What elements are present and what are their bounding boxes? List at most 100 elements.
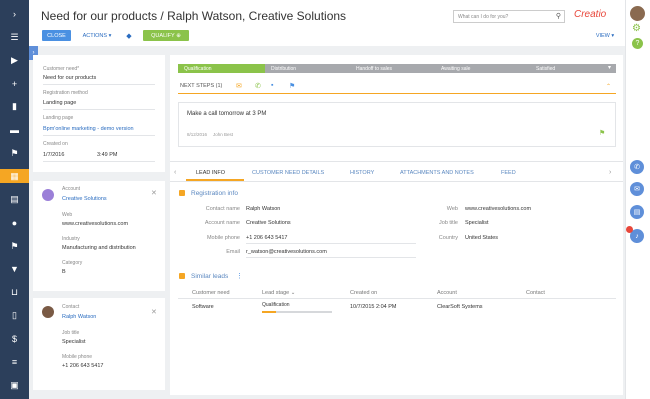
col-lead-stage-label: Lead stage [262, 290, 290, 296]
col-account[interactable]: Account [437, 290, 457, 296]
close-button[interactable]: CLOSE [42, 30, 71, 41]
user-icon[interactable]: ● [0, 216, 29, 230]
flag-icon[interactable]: ⚑ [0, 146, 29, 160]
view-button[interactable]: VIEW ▾ [591, 30, 619, 41]
contact-link[interactable]: Ralph Watson [62, 314, 96, 320]
chevron-right-icon[interactable]: › [0, 7, 29, 21]
task-card[interactable]: Make a call tomorrow at 3 PM 8/12/2016 J… [178, 102, 616, 147]
web-value[interactable]: www.creativesolutions.com [465, 206, 531, 212]
actions-button[interactable]: ACTIONS ▾ [78, 30, 116, 41]
phone-icon[interactable]: ✆ [630, 160, 644, 174]
registration-method-value[interactable]: Landing page [43, 100, 76, 106]
funnel-icon[interactable]: ▼ [0, 262, 29, 276]
web-label: Web [62, 212, 73, 218]
stage-dropdown-icon[interactable]: ▾ [608, 64, 611, 71]
calendar-icon[interactable]: ▤ [0, 193, 29, 207]
collapse-icon[interactable]: ⌃ [606, 83, 611, 90]
col-customer-need[interactable]: Customer need [192, 290, 230, 296]
flag-icon[interactable]: ⚑ [599, 129, 605, 137]
stage-progress-fill [262, 311, 276, 313]
creatio-logo: Creatio [574, 9, 607, 20]
menu-icon[interactable]: ☰ [0, 30, 29, 44]
search-box[interactable]: What can I do for you? ⚲ [453, 10, 565, 23]
play-icon[interactable]: ▶ [0, 53, 29, 67]
job-title-label: Job title [439, 220, 458, 226]
tab-customer-need-details[interactable]: CUSTOMER NEED DETAILS [252, 170, 324, 176]
phone-icon[interactable]: ✆ [255, 82, 261, 90]
row-account-link[interactable]: ClearSoft Systems [437, 304, 483, 310]
task-date: 8/12/2016 [187, 132, 208, 137]
task-title[interactable]: Make a call tomorrow at 3 PM [187, 111, 266, 117]
chat-icon[interactable]: ▤ [630, 205, 644, 219]
country-value[interactable]: United States [465, 235, 498, 241]
account-link[interactable]: Creative Solutions [62, 196, 107, 202]
job-title-label: Job title [62, 330, 80, 336]
help-icon[interactable]: ? [632, 38, 643, 49]
qualify-button[interactable]: QUALIFY ⊕ [143, 30, 189, 41]
contact-name-value[interactable]: Ralph Watson [246, 206, 280, 212]
tag-icon[interactable]: ◆ [124, 30, 134, 41]
dollar-document-icon[interactable]: $ [0, 332, 29, 346]
tab-feed[interactable]: FEED [501, 170, 516, 176]
stage-progress [262, 311, 332, 313]
col-contact[interactable]: Contact [526, 290, 545, 296]
col-lead-stage[interactable]: Lead stage ⌄ [262, 290, 295, 296]
building-icon[interactable]: ▦ [0, 169, 29, 184]
mobile-phone-value[interactable]: +1 206 643 5417 [246, 235, 287, 241]
similar-leads-title[interactable]: Similar leads [191, 273, 228, 280]
industry-value: Manufacturing and distribution [62, 245, 136, 251]
tab-history[interactable]: HISTORY [350, 170, 374, 176]
page-title: Need for our products / Ralph Watson, Cr… [41, 9, 347, 23]
close-icon[interactable]: ✕ [151, 308, 157, 316]
email-icon[interactable]: ✉ [630, 182, 644, 196]
tab-attachments[interactable]: ATTACHMENTS AND NOTES [400, 170, 474, 176]
document-icon[interactable]: ▯ [0, 309, 29, 323]
avatar[interactable] [630, 6, 645, 21]
stage-distribution[interactable]: Distribution [265, 64, 350, 73]
created-time[interactable]: 3:49 PM [97, 152, 117, 158]
plus-icon[interactable]: + [0, 77, 29, 91]
lead-card: Customer need* Need for our products Reg… [33, 55, 165, 172]
row-stage[interactable]: Qualification [262, 302, 290, 308]
chart-icon[interactable]: ▮ [0, 100, 29, 114]
registration-info-title[interactable]: Registration info [191, 190, 238, 197]
chat-icon[interactable]: ▪ [271, 82, 273, 89]
briefcase-icon[interactable]: ▣ [0, 378, 29, 392]
flag-icon[interactable]: ⚑ [289, 82, 295, 90]
landing-page-link[interactable]: Bpm'online marketing - demo version [43, 126, 134, 132]
account-icon [42, 189, 54, 201]
task-owner: John Best [213, 132, 234, 137]
account-card: Account Creative Solutions ✕ Web www.cre… [33, 181, 165, 291]
landing-page-label: Landing page [43, 115, 74, 121]
search-input[interactable]: What can I do for you? [458, 14, 508, 20]
col-created-on[interactable]: Created on [350, 290, 377, 296]
stage-handoff[interactable]: Handoff to sales [350, 64, 435, 73]
account-name-value[interactable]: Creative Solutions [246, 220, 291, 226]
cart-icon[interactable]: ⊔ [0, 285, 29, 299]
tab-left-arrow[interactable]: ‹ [174, 169, 176, 176]
tab-right-arrow[interactable]: › [609, 169, 611, 176]
notification-badge [626, 226, 633, 233]
search-icon[interactable]: ⚲ [556, 12, 561, 20]
customer-need-value[interactable]: Need for our products [43, 75, 96, 81]
email-icon[interactable]: ✉ [236, 82, 242, 90]
qualify-label: QUALIFY [151, 32, 175, 39]
list-icon[interactable]: ≡ [0, 355, 29, 369]
flag-icon[interactable]: ⚑ [0, 239, 29, 253]
web-label: Web [446, 206, 458, 212]
row-created[interactable]: 10/7/2015 2:04 PM [350, 304, 396, 310]
stage-awaiting[interactable]: Awaiting sale [435, 64, 530, 73]
email-value[interactable]: r_watson@creativesolutions.com [246, 249, 327, 255]
chat-icon[interactable]: ▬ [0, 123, 29, 137]
job-title-value[interactable]: Specialist [465, 220, 489, 226]
country-label: Country [438, 235, 458, 241]
row-need[interactable]: Software [192, 304, 214, 310]
created-date[interactable]: 1/7/2016 [43, 152, 64, 158]
close-icon[interactable]: ✕ [151, 189, 157, 197]
tab-lead-info[interactable]: LEAD INFO [196, 170, 225, 176]
stage-satisfied[interactable]: Satisfied [530, 64, 616, 73]
account-name-label: Account name [204, 220, 240, 226]
more-icon[interactable]: ⋮ [236, 272, 243, 280]
stage-qualification[interactable]: Qualification [178, 64, 265, 73]
gear-icon[interactable]: ⚙ [632, 23, 641, 34]
